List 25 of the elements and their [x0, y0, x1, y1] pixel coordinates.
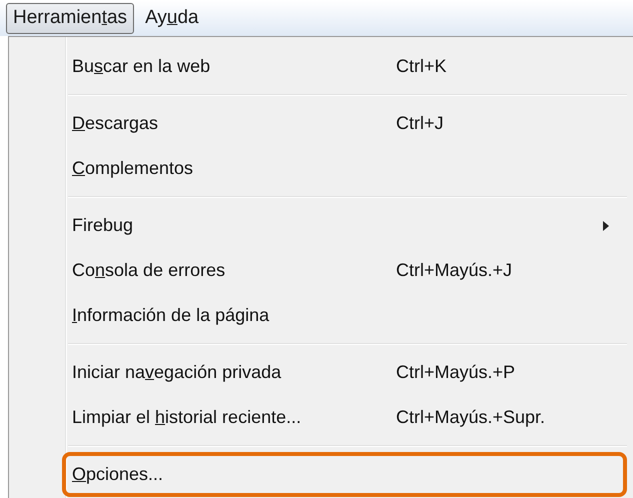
menu-item-label: Información de la página — [72, 305, 270, 326]
menu-item-label: Buscar en la web — [72, 56, 212, 77]
menu-item-label: Consola de errores — [72, 260, 226, 281]
menu-item-label: Limpiar el historial reciente... — [72, 407, 302, 428]
shortcut-label: Ctrl+Mayús.+Supr. — [396, 407, 546, 428]
menu-item[interactable]: Información de la página — [62, 293, 627, 338]
menu-item-label: Opciones... — [72, 464, 164, 485]
menu-item-label: Complementos — [72, 158, 194, 179]
menu-item[interactable]: Firebug — [62, 203, 627, 248]
menu-title[interactable]: Ayuda — [138, 2, 206, 34]
shortcut-label: Ctrl+J — [396, 113, 445, 134]
menu-item[interactable]: Complementos — [62, 146, 627, 191]
shortcut-label: Ctrl+Mayús.+J — [396, 260, 514, 281]
shortcut-label: Ctrl+K — [396, 56, 448, 77]
menu-item[interactable]: Buscar en la web Ctrl+K — [62, 44, 627, 89]
menu-item-label: Firebug — [72, 215, 134, 236]
menu-item-label: Iniciar navegación privada — [72, 362, 282, 383]
menu-item[interactable]: Consola de errores Ctrl+Mayús.+J — [62, 248, 627, 293]
menu-item[interactable]: Descargas Ctrl+J — [62, 101, 627, 146]
shortcut-label: Ctrl+Mayús.+P — [396, 362, 516, 383]
menu-item[interactable]: Limpiar el historial reciente... Ctrl+Mayús.+Supr. — [62, 395, 627, 440]
menu-title[interactable]: Herramientas — [6, 2, 134, 34]
menu-item[interactable]: Opciones... — [62, 452, 627, 497]
menu-item[interactable]: Iniciar navegación privada Ctrl+Mayús.+P — [62, 350, 627, 395]
menu-item-label: Descargas — [72, 113, 160, 134]
